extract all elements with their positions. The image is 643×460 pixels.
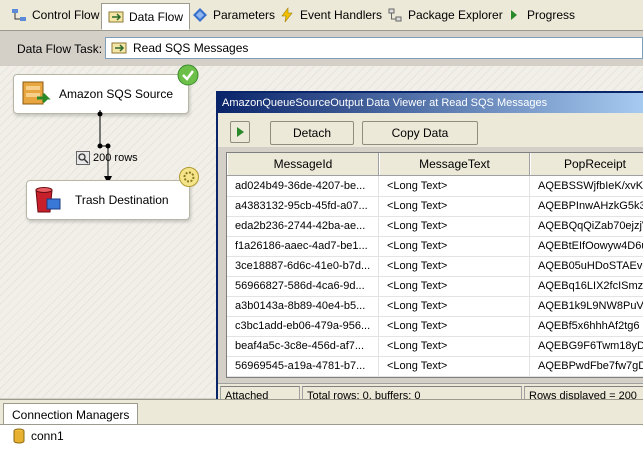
amazon-sqs-icon	[19, 78, 51, 110]
control-flow-icon	[11, 7, 27, 23]
play-icon	[237, 127, 244, 137]
cell-popreceipt: AQEB05uHDoSTAEvOr	[530, 256, 643, 276]
cell-messageid: 56969545-a19a-4781-b7...	[227, 356, 379, 376]
cell-messagetext: <Long Text>	[379, 176, 530, 196]
trash-destination-icon	[30, 184, 62, 216]
tab-progress[interactable]: Progress	[499, 3, 582, 27]
cell-popreceipt: AQEB1k9L9NW8PuVC	[530, 296, 643, 316]
connection-managers-header: Connection Managers	[0, 399, 643, 426]
progress-icon	[506, 7, 522, 23]
tab-parameters[interactable]: Parameters	[185, 3, 282, 27]
tab-label: Event Handlers	[300, 8, 383, 22]
tab-label: Progress	[527, 8, 576, 22]
cell-messagetext: <Long Text>	[379, 216, 530, 236]
cell-popreceipt: AQEBq16LIX2fcISmzz	[530, 276, 643, 296]
tab-package-explorer[interactable]: Package Explorer	[380, 3, 510, 27]
cell-messageid: a3b0143a-8b89-40e4-b5...	[227, 296, 379, 316]
cell-messagetext: <Long Text>	[379, 196, 530, 216]
path-row-count: 200 rows	[93, 152, 138, 164]
in-progress-gear-icon	[178, 166, 200, 188]
cell-messagetext: <Long Text>	[379, 296, 530, 316]
task-selector-bar: Data Flow Task: Read SQS Messages	[0, 31, 643, 65]
cell-messagetext: <Long Text>	[379, 336, 530, 356]
data-viewer-icon[interactable]	[76, 151, 90, 165]
cell-popreceipt: AQEBPwdFbe7fw7gDR	[530, 356, 643, 376]
cell-messageid: eda2b236-2744-42ba-ae...	[227, 216, 379, 236]
cell-popreceipt: AQEBPInwAHzkG5k3q	[530, 196, 643, 216]
connection-icon	[12, 428, 26, 444]
data-flow-icon	[108, 9, 124, 25]
connection-managers-tab[interactable]: Connection Managers	[3, 403, 139, 426]
table-row[interactable]: a4383132-95cb-45fd-a07... <Long Text> AQEB…	[227, 196, 643, 217]
table-row[interactable]: a3b0143a-8b89-40e4-b5... <Long Text> AQEB1…	[227, 296, 643, 317]
tab-label: Data Flow	[129, 9, 184, 24]
table-row[interactable]: ad024b49-36de-4207-be... <Long Text> AQEBS…	[227, 176, 643, 197]
data-flow-task-icon	[111, 40, 127, 56]
cell-messageid: beaf4a5c-3c8e-456d-af7...	[227, 336, 379, 356]
cell-messageid: f1a26186-aaec-4ad7-be1...	[227, 236, 379, 256]
component-label: Trash Destination	[75, 193, 169, 207]
tab-event-handlers[interactable]: Event Handlers	[272, 3, 389, 27]
table-row[interactable]: c3bc1add-eb06-479a-956... <Long Text> AQEB…	[227, 316, 643, 337]
cell-messageid: 56966827-586d-4ca6-9d...	[227, 276, 379, 296]
cell-popreceipt: AQEBtEIfOowyw4D6u	[530, 236, 643, 256]
cell-popreceipt: AQEBf5x6hhhAf2tg6	[530, 316, 643, 336]
table-row[interactable]: 3ce18887-6d6c-41e0-b7d... <Long Text> AQEB…	[227, 256, 643, 277]
cell-popreceipt: AQEBQqQiZab70ejzjV	[530, 216, 643, 236]
table-row[interactable]: eda2b236-2744-42ba-ae... <Long Text> AQEBQ…	[227, 216, 643, 237]
table-row[interactable]: 56969545-a19a-4781-b7... <Long Text> AQEBP…	[227, 356, 643, 377]
data-viewer-window[interactable]: AmazonQueueSourceOutput Data Viewer at R…	[216, 91, 643, 405]
data-viewer-toolbar: Detach Copy Data	[218, 113, 643, 147]
tab-label: Parameters	[213, 8, 276, 22]
connection-managers-panel: conn1	[0, 424, 643, 460]
column-header-popreceipt[interactable]: PopReceipt	[530, 153, 643, 175]
data-viewer-title-bar[interactable]: AmazonQueueSourceOutput Data Viewer at R…	[218, 93, 643, 113]
cell-messagetext: <Long Text>	[379, 256, 530, 276]
parameters-icon	[192, 7, 208, 23]
trash-destination-component[interactable]: Trash Destination	[26, 180, 190, 220]
window-title: AmazonQueueSourceOutput Data Viewer at R…	[222, 97, 548, 109]
cell-messageid: ad024b49-36de-4207-be...	[227, 176, 379, 196]
cell-messageid: 3ce18887-6d6c-41e0-b7d...	[227, 256, 379, 276]
success-check-icon	[177, 64, 199, 86]
play-button[interactable]	[230, 121, 250, 143]
task-value: Read SQS Messages	[133, 41, 249, 55]
cell-messagetext: <Long Text>	[379, 236, 530, 256]
column-header-messagetext[interactable]: MessageText	[379, 153, 530, 175]
table-row[interactable]: f1a26186-aaec-4ad7-be1... <Long Text> AQEB…	[227, 236, 643, 257]
cell-messageid: a4383132-95cb-45fd-a07...	[227, 196, 379, 216]
task-label: Data Flow Task:	[17, 42, 103, 56]
designer-tab-strip: Control Flow Data Flow Parameters Event …	[0, 0, 643, 31]
tab-label: Control Flow	[32, 8, 100, 22]
tab-label: Package Explorer	[408, 8, 503, 22]
copy-data-button[interactable]: Copy Data	[362, 121, 478, 145]
grid-header: MessageId MessageText PopReceipt	[227, 153, 643, 176]
task-selector[interactable]: Read SQS Messages	[105, 37, 643, 59]
amazon-sqs-source-component[interactable]: Amazon SQS Source	[13, 74, 189, 114]
cell-popreceipt: AQEBSSWjfbIeK/xvKY	[530, 176, 643, 196]
cell-popreceipt: AQEBG9F6Twm18yDpl	[530, 336, 643, 356]
column-header-messageid[interactable]: MessageId	[227, 153, 379, 175]
lightning-icon	[279, 7, 295, 23]
connection-label: conn1	[31, 429, 64, 443]
cell-messagetext: <Long Text>	[379, 316, 530, 336]
cell-messagetext: <Long Text>	[379, 276, 530, 296]
cell-messagetext: <Long Text>	[379, 356, 530, 376]
table-row[interactable]: beaf4a5c-3c8e-456d-af7... <Long Text> AQEB…	[227, 336, 643, 357]
cell-messageid: c3bc1add-eb06-479a-956...	[227, 316, 379, 336]
tab-control-flow[interactable]: Control Flow	[4, 3, 106, 27]
data-grid[interactable]: MessageId MessageText PopReceipt ad024b4…	[226, 152, 643, 378]
tab-data-flow[interactable]: Data Flow	[101, 3, 191, 30]
connection-item[interactable]: conn1	[12, 428, 64, 444]
package-explorer-icon	[387, 7, 403, 23]
component-label: Amazon SQS Source	[59, 87, 174, 101]
data-path-arrow[interactable]	[90, 110, 120, 186]
table-row[interactable]: 56966827-586d-4ca6-9d... <Long Text> AQEBq…	[227, 276, 643, 297]
detach-button[interactable]: Detach	[270, 121, 354, 145]
